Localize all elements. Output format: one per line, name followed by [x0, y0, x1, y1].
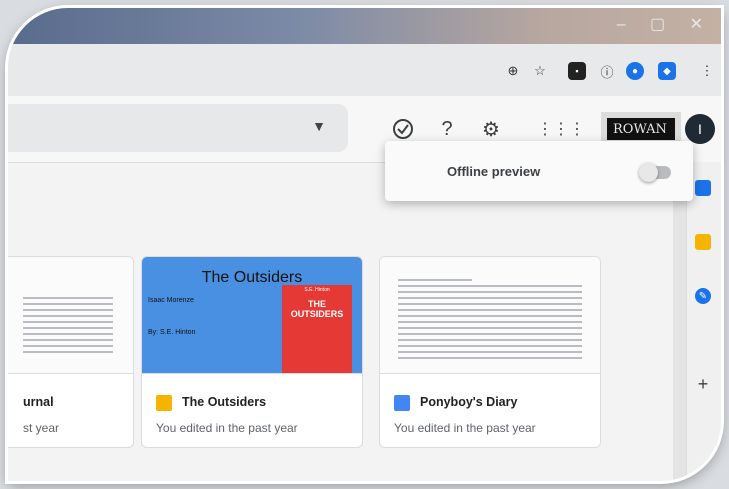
screen-frame: – ▢ ✕ ⊕ ☆ ▪ ⓘ ● ◆ ⋮ ▼ ? ⚙ ⋮⋮⋮ ROWAN I ✎ …: [8, 8, 721, 481]
info-icon[interactable]: ⓘ: [598, 62, 616, 80]
bookmark-star-icon[interactable]: ☆: [531, 62, 549, 80]
puzzle-extension-icon[interactable]: ◆: [658, 62, 676, 80]
apps-grid-icon[interactable]: ⋮⋮⋮: [537, 116, 585, 142]
zoom-icon[interactable]: ⊕: [504, 62, 522, 80]
tasks-icon[interactable]: ✎: [695, 288, 711, 304]
file-card-journal[interactable]: urnal st year: [8, 256, 134, 448]
window-controls[interactable]: – ▢ ✕: [617, 14, 713, 34]
offline-toggle[interactable]: [639, 163, 671, 182]
offline-ready-icon[interactable]: [390, 116, 416, 142]
preview-author: Isaac Morenze: [148, 297, 194, 304]
popup-label: Offline preview: [447, 164, 541, 179]
docs-icon: [394, 395, 410, 411]
book-cover-image: THE OUTSIDERS S.E. Hinton: [282, 285, 352, 373]
file-card-ponyboy[interactable]: Ponyboy's Diary You edited in the past y…: [379, 256, 601, 448]
file-subtitle: You edited in the past year: [156, 421, 298, 435]
browser-titlebar: – ▢ ✕: [8, 8, 721, 44]
file-preview: [380, 257, 600, 374]
extension-icon[interactable]: ▪: [568, 62, 586, 80]
book-cover-author: S.E. Hinton: [304, 287, 330, 293]
settings-gear-icon[interactable]: ⚙: [478, 116, 504, 142]
slides-icon: [156, 395, 172, 411]
toggle-knob[interactable]: [639, 163, 658, 182]
help-icon[interactable]: ?: [434, 116, 460, 142]
search-options-icon[interactable]: ▼: [312, 118, 326, 134]
preview-byline: By: S.E. Hinton: [148, 329, 196, 336]
search-box[interactable]: ▼: [8, 104, 348, 152]
file-subtitle: st year: [23, 421, 60, 435]
file-title: urnal: [23, 395, 54, 409]
scrollbar[interactable]: [673, 162, 687, 481]
keep-icon[interactable]: [695, 234, 711, 250]
profile-extension-icon[interactable]: ●: [626, 62, 644, 80]
file-preview: [8, 257, 133, 374]
avatar[interactable]: I: [685, 114, 715, 144]
file-title: The Outsiders: [182, 395, 267, 409]
browser-toolbar: ⊕ ☆ ▪ ⓘ ● ◆ ⋮: [8, 44, 721, 97]
file-subtitle: You edited in the past year: [394, 421, 536, 435]
calendar-icon[interactable]: [695, 180, 711, 196]
browser-menu-icon[interactable]: ⋮: [698, 62, 716, 80]
offline-preview-popup: Offline preview: [385, 141, 693, 201]
file-preview: The Outsiders Isaac Morenze By: S.E. Hin…: [142, 257, 362, 374]
side-panel: ✎ +: [686, 162, 721, 481]
file-card-outsiders[interactable]: The Outsiders Isaac Morenze By: S.E. Hin…: [141, 256, 363, 448]
file-title: Ponyboy's Diary: [420, 395, 518, 409]
book-cover-title: THE OUTSIDERS: [290, 299, 344, 319]
add-addon-icon[interactable]: +: [695, 374, 711, 394]
